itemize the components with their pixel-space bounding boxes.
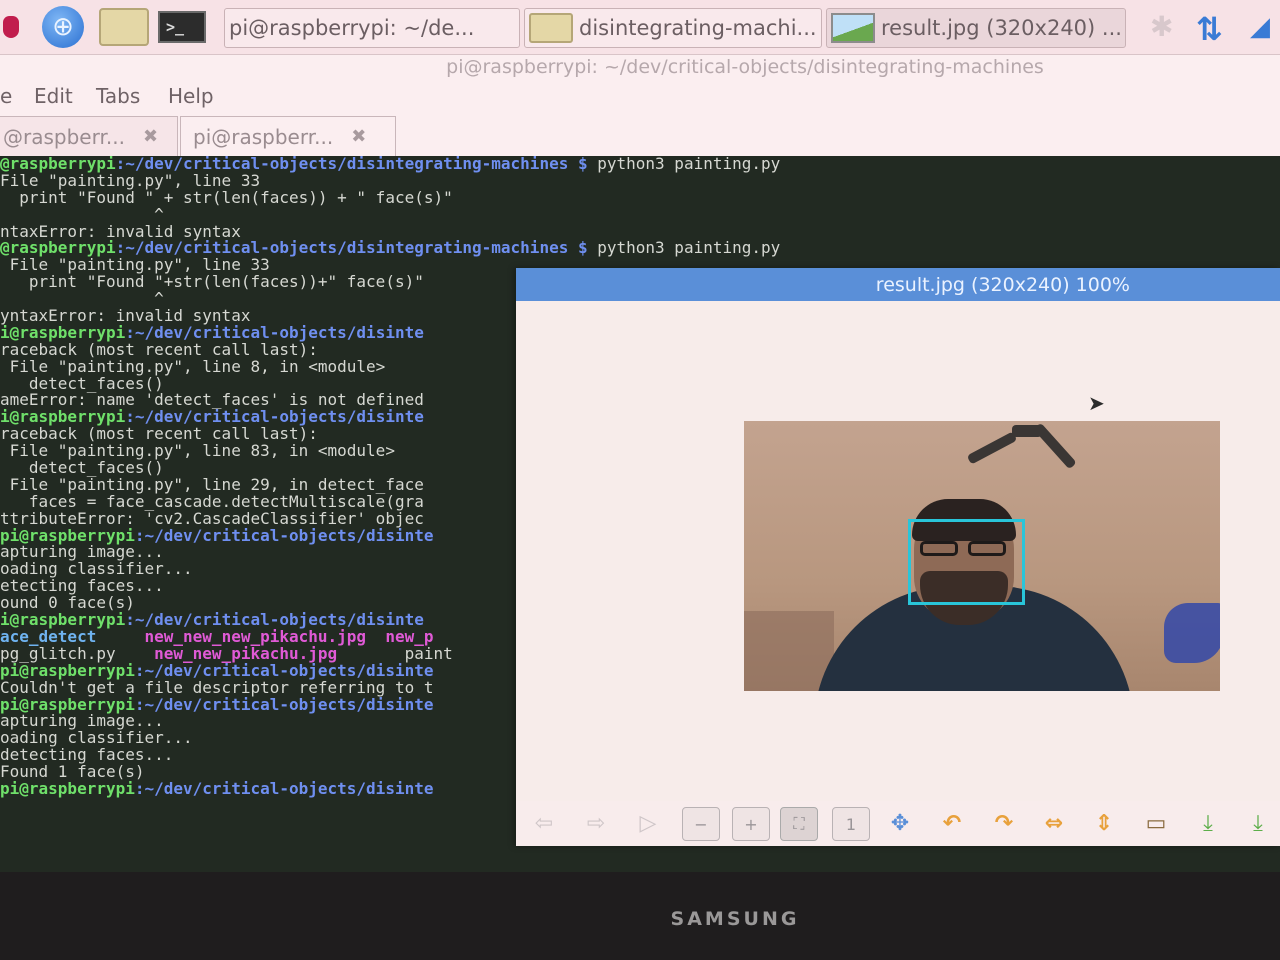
face-detection-box [908,519,1025,605]
open-file-icon[interactable]: ▭ [1138,807,1174,839]
taskbar-terminal-task[interactable]: >_ pi@raspberrypi: ~/de... [224,8,520,48]
taskbar: ⊕ >_ >_ pi@raspberrypi: ~/de... disinteg… [0,0,1280,55]
flip-horizontal-icon[interactable]: ⇔ [1036,807,1072,839]
zoom-in-icon[interactable]: + [732,807,770,841]
close-tab-icon[interactable]: ✖ [351,126,366,147]
terminal-tabs: @raspberr... ✖ pi@raspberr... ✖ [0,116,1280,156]
fit-window-icon[interactable]: ⛶ [780,807,818,841]
image-viewer-title[interactable]: result.jpg (320x240) 100% [516,268,1280,301]
image-canvas[interactable]: ➤ [516,301,1280,801]
tab-terminal-2[interactable]: pi@raspberr... ✖ [180,116,396,156]
terminal-menubar: e Edit Tabs Help [0,84,1280,112]
terminal-text: :~/dev/critical-objects/disinte [134,694,434,714]
task-label: pi@raspberrypi: ~/de... [229,16,475,40]
save-icon[interactable]: ⤓ [1190,807,1226,839]
terminal-window-title: pi@raspberrypi: ~/dev/critical-objects/d… [446,56,1044,78]
raspberry-menu-icon[interactable] [0,8,22,46]
menu-file[interactable]: e [0,84,12,108]
close-tab-icon[interactable]: ✖ [143,126,158,147]
terminal-text: pi@raspberrypi [0,778,135,798]
terminal-launcher-icon[interactable]: >_ [156,8,208,46]
file-manager-icon[interactable] [98,8,150,46]
terminal-line: print "Found " + str(len(faces)) + " fac… [0,189,1280,207]
fullscreen-icon[interactable]: ✥ [882,807,918,839]
blue-object [1164,603,1220,663]
task-label: result.jpg (320x240) ... [881,16,1122,40]
network-transfer-icon[interactable]: ⇅ [1196,10,1223,48]
terminal-text: :~/dev/critical-objects/disinte [134,778,434,798]
terminal-text: python3 painting.py [587,156,781,173]
forward-arrow-icon[interactable]: ⇨ [578,807,614,839]
back-arrow-icon[interactable]: ⇦ [526,807,562,839]
tab-label: pi@raspberr... [193,124,334,149]
image-icon [831,13,875,43]
menu-edit[interactable]: Edit [34,84,73,108]
folder-icon [529,13,573,43]
volume-icon[interactable]: ◢ [1250,12,1270,42]
menu-help[interactable]: Help [168,84,214,108]
bluetooth-icon[interactable]: ✱ [1150,10,1173,43]
task-label: disintegrating-machi... [579,16,817,40]
rotate-right-icon[interactable]: ↷ [986,807,1022,839]
rotate-left-icon[interactable]: ↶ [934,807,970,839]
image-viewer-window: result.jpg (320x240) 100% ➤ ⇦ ⇨ ▷ − + ⛶ … [516,268,1280,846]
zoom-out-icon[interactable]: − [682,807,720,841]
mouse-pointer-icon: ➤ [1088,391,1105,415]
image-viewer-toolbar: ⇦ ⇨ ▷ − + ⛶ 1 ✥ ↶ ↷ ⇔ ⇕ ▭ ⤓ ⤓ [516,801,1280,846]
play-icon[interactable]: ▷ [630,807,666,839]
taskbar-folder-task[interactable]: disintegrating-machi... [524,8,822,48]
save-as-icon[interactable]: ⤓ [1240,807,1276,839]
ceiling-fan [966,421,1077,471]
web-browser-icon[interactable]: ⊕ [40,6,86,48]
menu-tabs[interactable]: Tabs [96,84,140,108]
desktop-screen: ⊕ >_ >_ pi@raspberrypi: ~/de... disinteg… [0,0,1280,872]
taskbar-image-viewer-task[interactable]: result.jpg (320x240) ... [826,8,1126,48]
flip-vertical-icon[interactable]: ⇕ [1086,807,1122,839]
result-image [744,421,1220,691]
monitor-brand: SAMSUNG [670,908,800,930]
terminal-text: python3 painting.py [587,238,781,258]
tab-terminal-1[interactable]: @raspberr... ✖ [0,116,178,156]
original-size-icon[interactable]: 1 [832,807,870,841]
terminal-text: :~/dev/critical-objects/disinte [134,525,434,545]
image-shadow [744,611,834,691]
tab-label: @raspberr... [3,124,125,149]
